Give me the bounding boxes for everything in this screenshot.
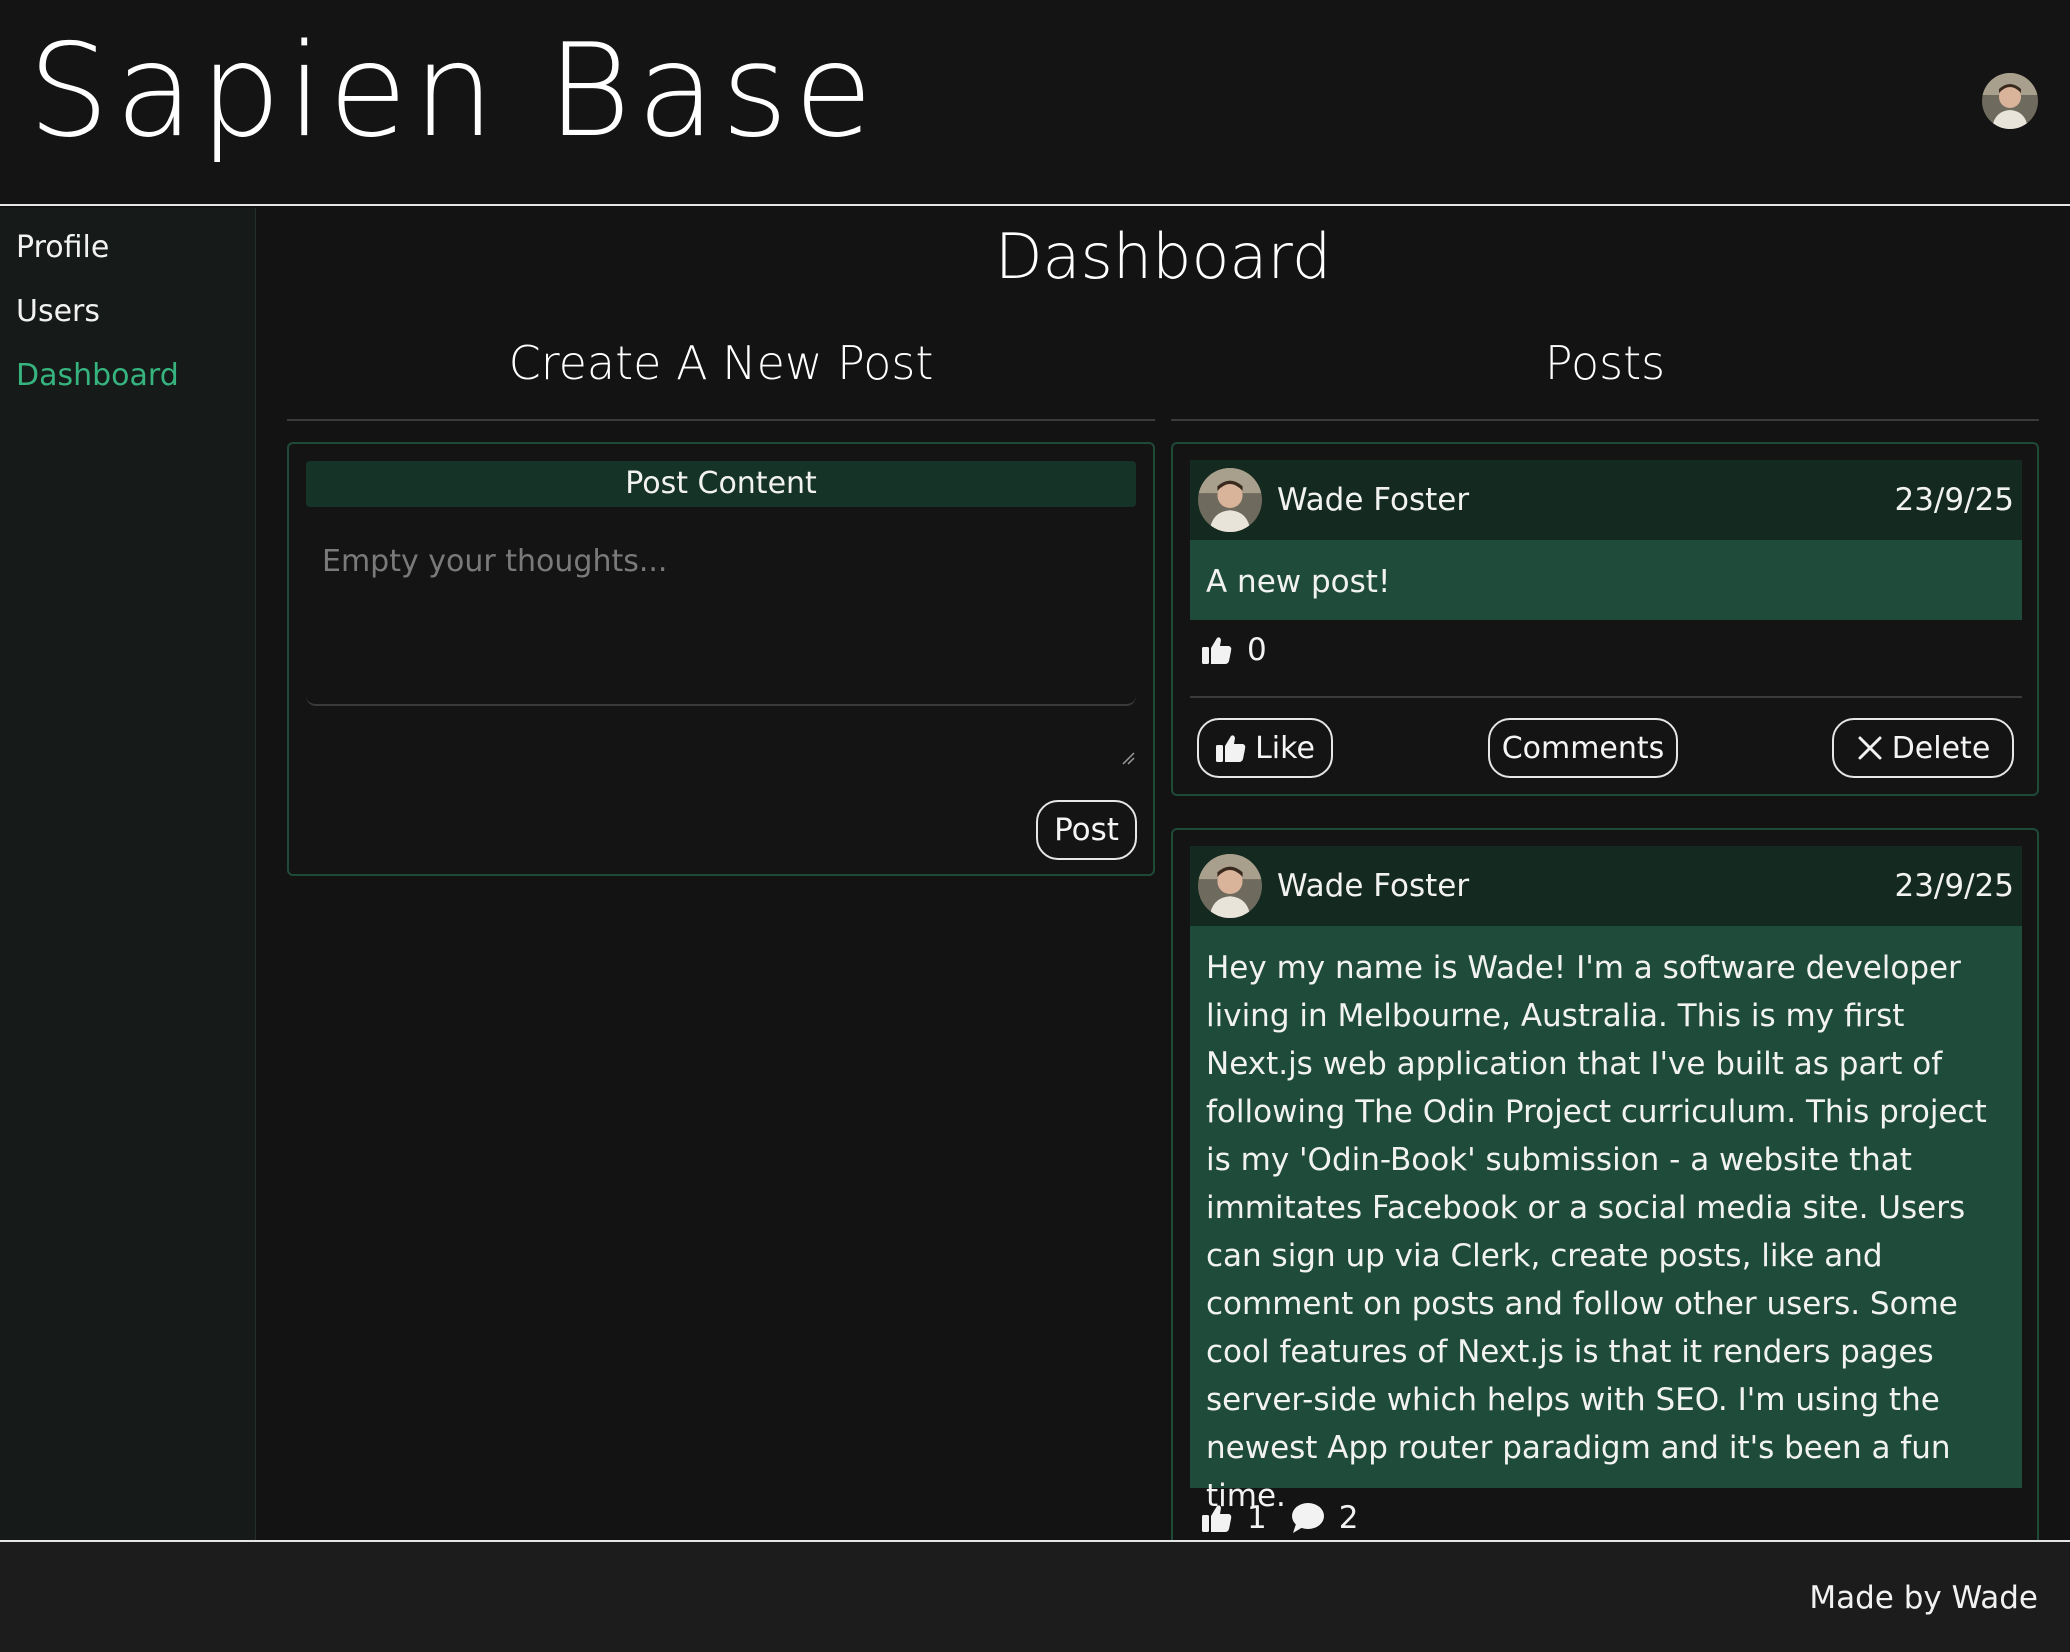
create-post-card: Post Content Post: [287, 442, 1155, 876]
post-author[interactable]: Wade Foster: [1277, 846, 1469, 926]
create-post-divider: [287, 419, 1155, 421]
sidebar-item-users[interactable]: Users: [16, 294, 100, 329]
post-actions-divider: [1190, 696, 2022, 698]
post-author[interactable]: Wade Foster: [1277, 460, 1469, 540]
post-content-label: Post Content: [306, 461, 1136, 507]
post-content-input[interactable]: [306, 524, 1136, 706]
sidebar-item-profile[interactable]: Profile: [16, 230, 109, 265]
like-count: 1: [1247, 1500, 1267, 1536]
post-header: Wade Foster 23/9/25: [1190, 846, 2022, 926]
posts-divider: [1171, 419, 2039, 421]
delete-button[interactable]: Delete: [1832, 718, 2014, 778]
user-avatar[interactable]: [1982, 73, 2038, 129]
post-date: 23/9/25: [1894, 868, 2014, 904]
comment-icon: [1291, 1502, 1325, 1534]
avatar-image: [1198, 854, 1262, 918]
footer-credit: Made by Wade: [1809, 1580, 2038, 1616]
post-stats: 0: [1201, 630, 1291, 670]
avatar-image: [1982, 73, 2038, 129]
thumbs-up-icon: [1201, 635, 1233, 665]
like-count: 0: [1247, 632, 1267, 668]
create-post-heading: Create A New Post: [508, 336, 934, 390]
thumbs-up-icon: [1201, 1503, 1233, 1533]
post-date: 23/9/25: [1894, 482, 2014, 518]
resize-handle-icon[interactable]: [1121, 750, 1135, 765]
post-submit-button[interactable]: Post: [1036, 800, 1137, 860]
site-title: Sapien Base: [28, 17, 879, 166]
delete-button-label: Delete: [1891, 730, 1991, 766]
post-stats: 1 2: [1201, 1498, 1382, 1538]
app-footer: Made by Wade: [0, 1540, 2070, 1652]
sidebar-item-dashboard[interactable]: Dashboard: [16, 358, 179, 393]
author-avatar[interactable]: [1198, 468, 1262, 532]
author-avatar[interactable]: [1198, 854, 1262, 918]
comment-count: 2: [1338, 1500, 1359, 1536]
thumbs-up-icon: [1215, 733, 1247, 763]
close-icon: [1856, 734, 1884, 762]
like-button[interactable]: Like: [1197, 718, 1333, 778]
post-header: Wade Foster 23/9/25: [1190, 460, 2022, 540]
posts-heading: Posts: [1544, 336, 1666, 390]
post-card: Wade Foster 23/9/25 Hey my name is Wade!…: [1171, 828, 2039, 1548]
avatar-image: [1198, 468, 1262, 532]
app-header: Sapien Base: [0, 0, 2070, 206]
comments-button[interactable]: Comments: [1488, 718, 1678, 778]
post-content: Hey my name is Wade! I'm a software deve…: [1190, 926, 2022, 1514]
post-card: Wade Foster 23/9/25 A new post! 0 Like C…: [1171, 442, 2039, 796]
page-title: Dashboard: [994, 220, 1332, 293]
post-content: A new post!: [1190, 540, 2022, 620]
comments-button-label: Comments: [1501, 730, 1665, 766]
like-button-label: Like: [1255, 730, 1315, 766]
sidebar: Profile Users Dashboard: [0, 208, 256, 1540]
